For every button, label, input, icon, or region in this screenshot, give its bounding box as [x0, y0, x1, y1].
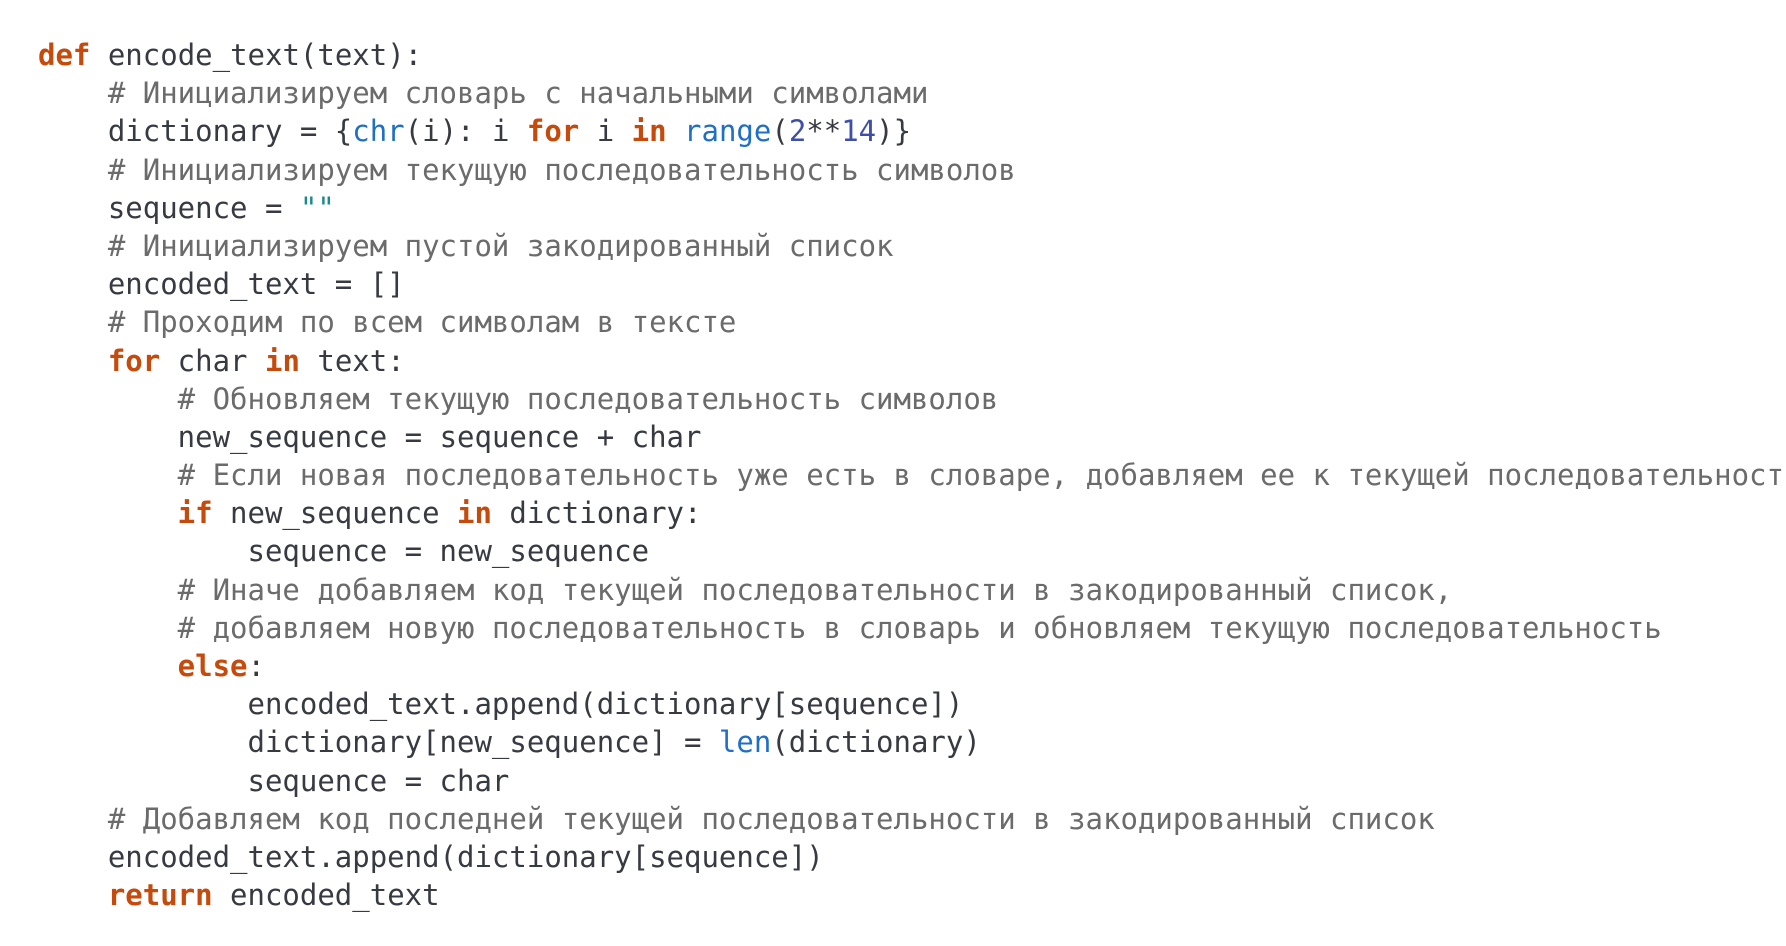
code-line: # Инициализируем словарь с начальными си…	[38, 74, 1786, 112]
code-line: sequence = new_sequence	[38, 532, 1786, 570]
code-line: else:	[38, 647, 1786, 685]
code-text: i	[579, 114, 632, 149]
code-line: # Инициализируем пустой закодированный с…	[38, 227, 1786, 265]
keyword: else	[177, 649, 248, 683]
code-line: dictionary = {chr(i): i for i in range(2…	[38, 112, 1786, 150]
comment: # Инициализируем текущую последовательно…	[107, 152, 1016, 187]
code-line: # Проходим по всем символам в тексте	[38, 303, 1786, 341]
code-text: new_sequence	[212, 496, 458, 531]
code-text: sequence = new_sequence	[247, 534, 650, 569]
code-text: :	[247, 649, 265, 683]
code-text: (	[771, 114, 789, 149]
comment: # добавляем новую последовательность в с…	[177, 610, 1662, 645]
code-text: encoded_text.append(dictionary[sequence]…	[107, 839, 824, 874]
code-text: (i): i	[404, 114, 527, 149]
code-line: for char in text:	[38, 342, 1786, 380]
code-text: dictionary[new_sequence] =	[247, 725, 719, 760]
code-text: encoded_text.append(dictionary[sequence]…	[247, 687, 964, 722]
number-literal: 14	[841, 114, 877, 149]
builtin: chr	[352, 114, 405, 149]
code-text: encoded_text	[212, 878, 440, 913]
code-line: sequence = ""	[38, 189, 1786, 227]
code-line: return encoded_text	[38, 876, 1786, 914]
code-text: encoded_text = []	[107, 267, 405, 302]
builtin: range	[684, 114, 772, 149]
code-text: dictionary:	[491, 496, 702, 531]
code-text: text:	[299, 343, 405, 378]
code-line: encoded_text.append(dictionary[sequence]…	[38, 838, 1786, 876]
code-text: **	[806, 114, 842, 149]
comment: # Добавляем код последней текущей послед…	[107, 801, 1435, 836]
code-text: sequence =	[107, 190, 300, 225]
keyword: return	[107, 878, 213, 913]
keyword: if	[177, 496, 213, 531]
keyword: in	[264, 343, 300, 378]
code-line: # Иначе добавляем код текущей последоват…	[38, 571, 1786, 609]
code-text: )}	[876, 114, 912, 149]
code-line: # добавляем новую последовательность в с…	[38, 609, 1786, 647]
code-line: encoded_text.append(dictionary[sequence]…	[38, 685, 1786, 723]
code-line: sequence = char	[38, 762, 1786, 800]
code-line: encoded_text = []	[38, 265, 1786, 303]
comment: # Инициализируем пустой закодированный с…	[107, 228, 894, 263]
keyword: in	[631, 114, 667, 149]
code-line: new_sequence = sequence + char	[38, 418, 1786, 456]
code-line: # Добавляем код последней текущей послед…	[38, 800, 1786, 838]
code-text: dictionary = {	[107, 114, 353, 149]
code-text: new_sequence = sequence + char	[177, 419, 702, 454]
code-block: def encode_text(text): # Инициализируем с…	[38, 36, 1786, 914]
code-line: # Инициализируем текущую последовательно…	[38, 151, 1786, 189]
code-line: dictionary[new_sequence] = len(dictionar…	[38, 723, 1786, 761]
comment: # Если новая последовательность уже есть…	[177, 458, 1786, 493]
number-literal: 2	[788, 114, 807, 149]
code-text: sequence = char	[247, 763, 510, 798]
code-line: def encode_text(text):	[38, 36, 1786, 74]
comment: # Инициализируем словарь с начальными си…	[107, 76, 929, 111]
code-text: char	[160, 343, 265, 378]
builtin: len	[718, 725, 772, 760]
comment: # Обновляем текущую последовательность с…	[177, 381, 999, 416]
keyword: for	[107, 343, 161, 378]
keyword: def	[38, 38, 91, 72]
keyword: for	[526, 114, 580, 149]
code-line: if new_sequence in dictionary:	[38, 494, 1786, 532]
code-line: # Обновляем текущую последовательность с…	[38, 380, 1786, 418]
comment: # Иначе добавляем код текущей последоват…	[177, 572, 1453, 607]
code-text: encode_text(text):	[90, 38, 423, 72]
keyword: in	[457, 496, 492, 531]
comment: # Проходим по всем символам в тексте	[107, 305, 737, 340]
code-line: # Если новая последовательность уже есть…	[38, 456, 1786, 494]
code-text: (dictionary)	[771, 725, 981, 760]
string-literal: ""	[299, 190, 335, 225]
